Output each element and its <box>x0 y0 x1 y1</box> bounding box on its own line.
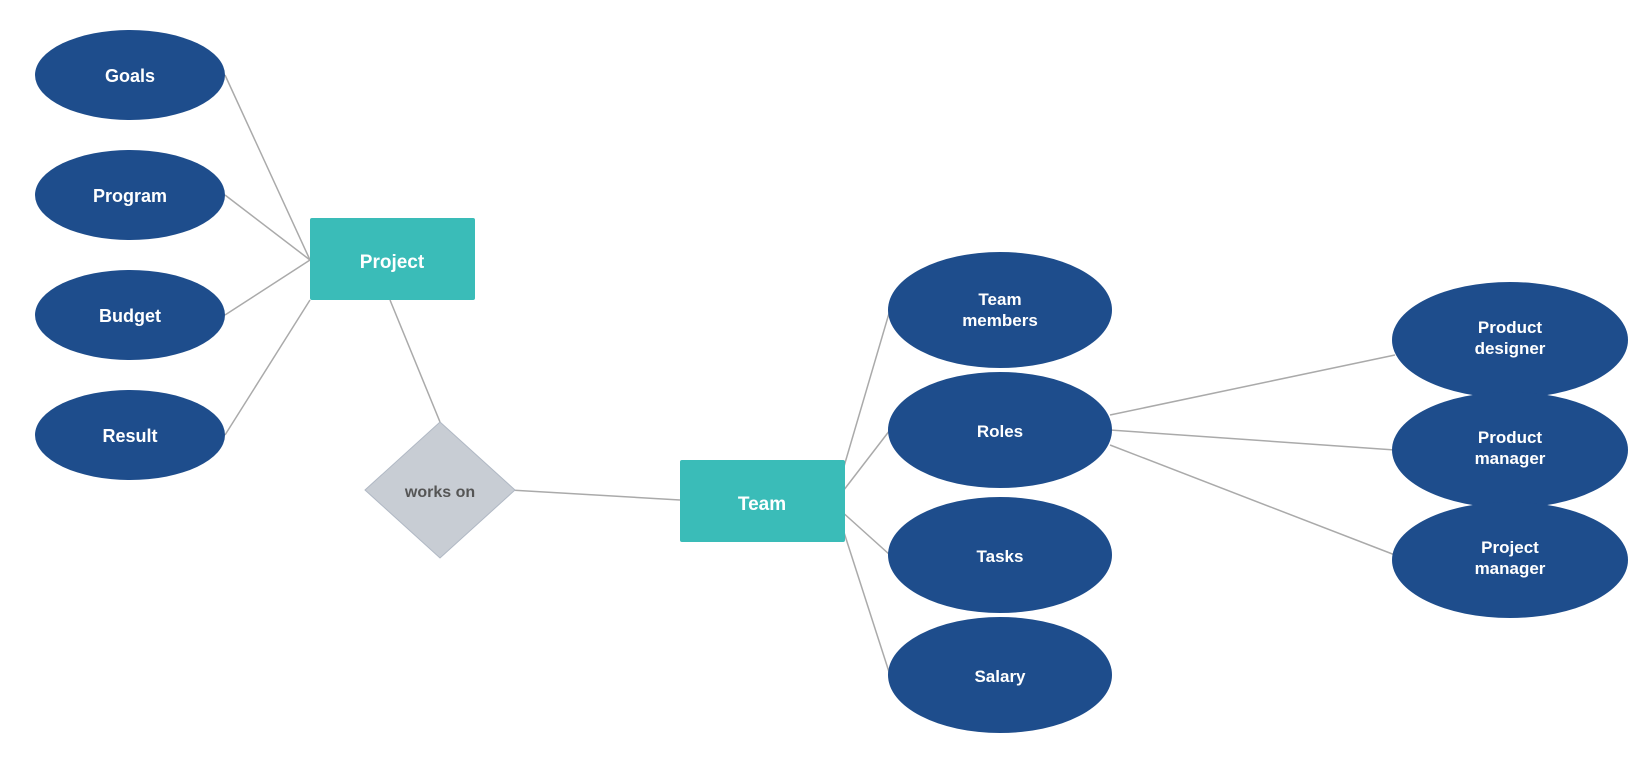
product-designer-label2: designer <box>1475 339 1546 358</box>
line-roles-projmanager <box>1110 445 1395 555</box>
team-members-ellipse[interactable] <box>888 252 1112 368</box>
line-team-members <box>840 310 890 480</box>
product-manager-label2: manager <box>1475 449 1546 468</box>
product-manager-label1: Product <box>1478 428 1543 447</box>
line-goals-project <box>225 75 310 260</box>
product-designer-label1: Product <box>1478 318 1543 337</box>
team-members-label-line2: members <box>962 311 1038 330</box>
team-members-label-line1: Team <box>978 290 1021 309</box>
team-label: Team <box>738 494 786 515</box>
line-roles-manager <box>1110 430 1395 450</box>
line-workson-team <box>510 490 680 500</box>
tasks-label: Tasks <box>977 547 1024 566</box>
line-program-project <box>225 195 310 260</box>
budget-label: Budget <box>99 306 161 326</box>
project-manager-label1: Project <box>1481 538 1539 557</box>
roles-label: Roles <box>977 422 1023 441</box>
diagram-canvas: Goals Program Budget Result Project work… <box>0 0 1640 775</box>
workson-label: works on <box>404 484 475 501</box>
line-team-salary <box>840 520 890 675</box>
result-label: Result <box>102 426 157 446</box>
line-project-workson <box>390 300 440 422</box>
line-result-project <box>225 300 310 435</box>
line-budget-project <box>225 260 310 315</box>
goals-label: Goals <box>105 66 155 86</box>
line-roles-designer <box>1110 355 1395 415</box>
line-team-tasks <box>840 510 890 555</box>
project-manager-label2: manager <box>1475 559 1546 578</box>
line-team-roles <box>840 430 890 495</box>
salary-label: Salary <box>974 667 1026 686</box>
program-label: Program <box>93 186 167 206</box>
project-label: Project <box>360 252 425 273</box>
